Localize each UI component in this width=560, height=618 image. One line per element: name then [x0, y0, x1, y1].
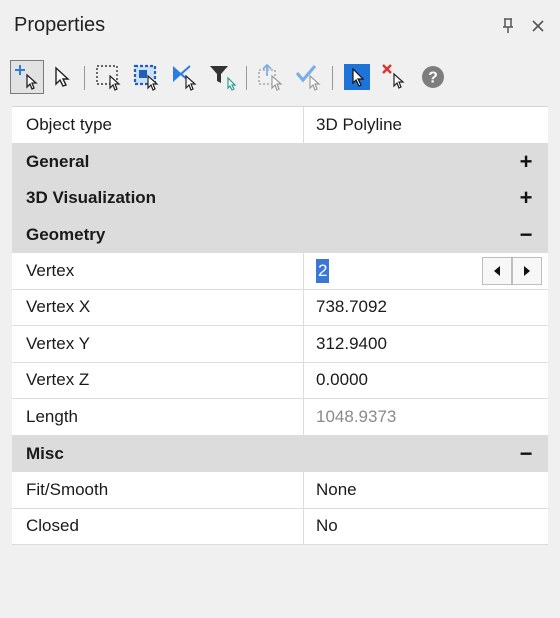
title-bar: Properties: [0, 0, 560, 56]
object-type-value[interactable]: 3D Polyline: [304, 107, 548, 143]
pin-icon[interactable]: [496, 12, 520, 40]
length-value: 1048.9373: [316, 406, 397, 426]
category-label: Geometry: [26, 224, 106, 244]
select-objects-icon[interactable]: [44, 60, 78, 94]
category-label: General: [26, 151, 90, 171]
category-label: 3D Visualization: [26, 188, 157, 208]
select-similar-icon[interactable]: [254, 60, 288, 94]
close-icon[interactable]: [526, 12, 550, 40]
panel-title: Properties: [14, 14, 106, 36]
toolbar-separator: [246, 66, 247, 90]
vertex-y-label: Vertex Y: [12, 326, 304, 362]
vertex-x-label: Vertex X: [12, 289, 304, 325]
invert-selection-icon[interactable]: [168, 60, 202, 94]
collapse-icon[interactable]: −: [514, 436, 538, 473]
vertex-previous-button[interactable]: [482, 257, 512, 285]
vertex-z-label: Vertex Z: [12, 362, 304, 398]
category-label: Misc: [26, 443, 64, 463]
vertex-next-button[interactable]: [512, 257, 542, 285]
row-fit-smooth: Fit/Smooth None: [12, 472, 548, 509]
triangle-right-icon: [524, 266, 530, 276]
svg-text:?: ?: [428, 70, 438, 87]
vertex-label: Vertex: [12, 253, 304, 289]
row-vertex-z: Vertex Z 0.0000: [12, 362, 548, 399]
accept-selection-icon[interactable]: [292, 60, 326, 94]
select-window-icon[interactable]: [92, 60, 126, 94]
property-grid: Object type 3D Polyline General + 3D Vis…: [12, 106, 548, 545]
category-general[interactable]: General +: [12, 143, 548, 181]
toolbar-separator: [332, 66, 333, 90]
closed-label: Closed: [12, 508, 304, 544]
row-object-type: Object type 3D Polyline: [12, 107, 548, 144]
expand-icon[interactable]: +: [514, 144, 538, 181]
fit-smooth-label: Fit/Smooth: [12, 472, 304, 508]
row-vertex-x: Vertex X 738.7092: [12, 289, 548, 326]
filter-selection-icon[interactable]: [206, 60, 240, 94]
object-type-label: Object type: [12, 107, 304, 143]
toolbar: ?: [0, 58, 560, 98]
vertex-y-value[interactable]: 312.9400: [304, 326, 548, 362]
deselect-all-icon[interactable]: [378, 60, 412, 94]
expand-icon[interactable]: +: [514, 180, 538, 217]
collapse-icon[interactable]: −: [514, 217, 538, 254]
row-length: Length 1048.9373: [12, 399, 548, 436]
select-crossing-icon[interactable]: [130, 60, 164, 94]
closed-value[interactable]: No: [304, 509, 548, 545]
fit-smooth-value[interactable]: None: [304, 472, 548, 508]
triangle-left-icon: [494, 266, 500, 276]
vertex-input[interactable]: 2: [316, 259, 330, 283]
add-to-selection-icon[interactable]: [10, 60, 44, 94]
vertex-z-value[interactable]: 0.0000: [304, 363, 548, 399]
category-3d-visualization[interactable]: 3D Visualization +: [12, 180, 548, 217]
pickfirst-icon[interactable]: [340, 60, 374, 94]
category-geometry[interactable]: Geometry −: [12, 216, 548, 254]
vertex-x-value[interactable]: 738.7092: [304, 290, 548, 326]
toolbar-separator: [84, 66, 85, 90]
row-closed: Closed No: [12, 508, 548, 545]
properties-panel: Properties ? Object type 3D Polyline Gen…: [0, 0, 560, 618]
length-label: Length: [12, 399, 304, 435]
row-vertex-y: Vertex Y 312.9400: [12, 326, 548, 363]
row-vertex: Vertex 2: [12, 253, 548, 290]
help-icon[interactable]: ?: [416, 60, 450, 94]
category-misc[interactable]: Misc −: [12, 435, 548, 473]
